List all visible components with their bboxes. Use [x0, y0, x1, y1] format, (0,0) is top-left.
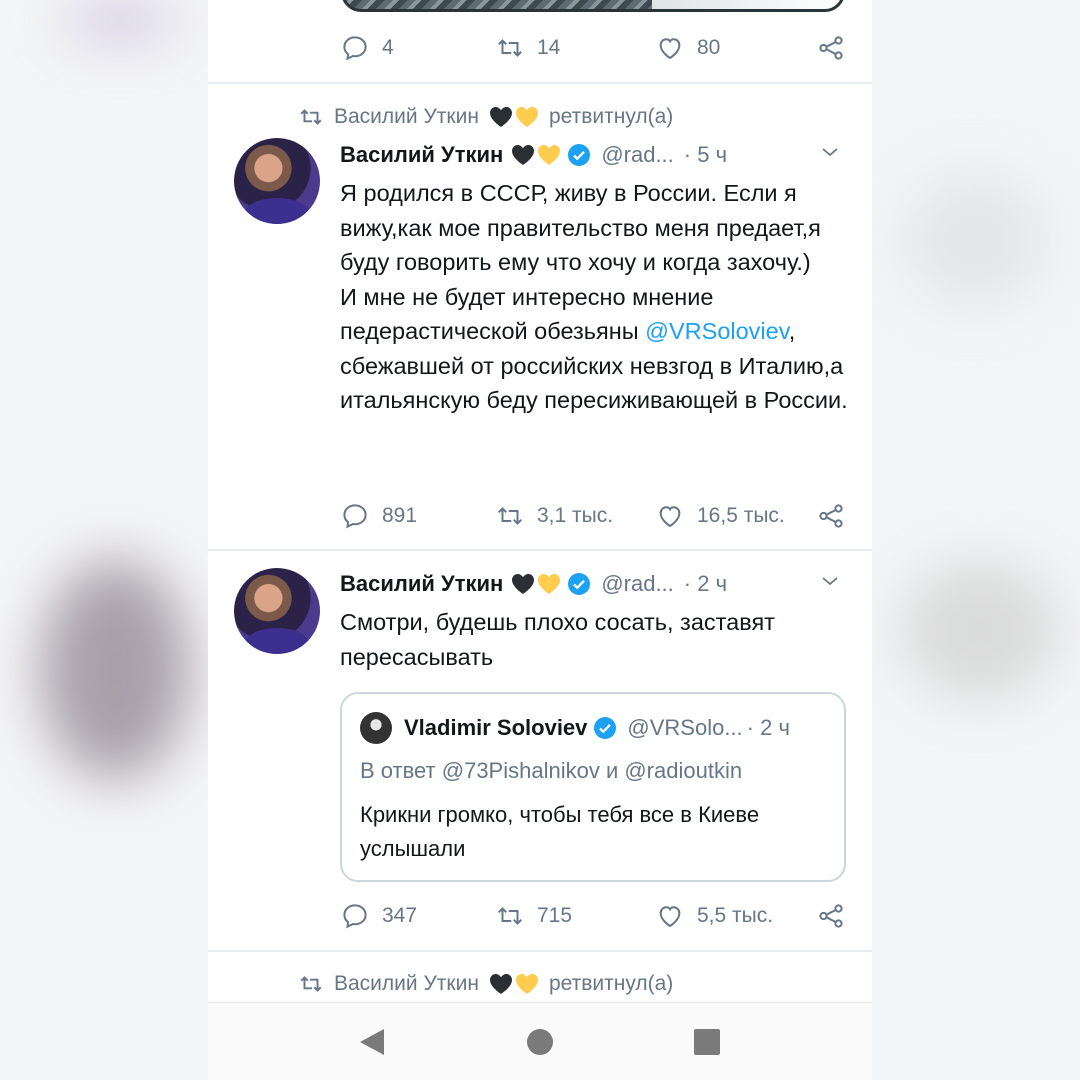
reply-icon — [343, 504, 367, 529]
reply-button[interactable]: 347 — [340, 901, 417, 931]
avatar[interactable] — [234, 138, 320, 224]
chevron-down-icon[interactable] — [818, 569, 842, 593]
quoted-tweet-text: Крикни громко, чтобы тебя все в Киеве ус… — [360, 802, 760, 861]
retweet-action-label: ретвитнул(а) — [548, 972, 674, 995]
reply-button[interactable]: 891 — [340, 501, 417, 531]
retweeter-name: Василий Уткин — [334, 972, 479, 995]
like-icon — [659, 906, 681, 928]
author-handle: @rad... — [601, 142, 674, 167]
like-count: 5,5 тыс. — [697, 904, 774, 927]
like-button[interactable]: 16,5 тыс. — [655, 501, 785, 531]
recents-icon[interactable] — [693, 1025, 721, 1059]
like-button[interactable]: 80 — [655, 33, 720, 63]
divider — [208, 549, 872, 551]
avatar — [360, 712, 392, 744]
retweet-banner[interactable]: Василий Уткин ретвитнул(а) — [298, 104, 673, 130]
divider — [208, 950, 872, 952]
share-button[interactable] — [816, 901, 846, 931]
tweet-header: Василий Уткин @rad... · 2 ч — [340, 567, 850, 601]
retweet-button[interactable]: 3,1 тыс. — [495, 501, 613, 531]
author-name[interactable]: Василий Уткин — [340, 571, 503, 597]
quoted-author-name: Vladimir Soloviev — [404, 715, 588, 740]
tweet-time: · 5 ч — [683, 142, 728, 167]
background-blur — [60, 0, 180, 40]
reply-icon — [343, 904, 367, 929]
share-button[interactable] — [816, 501, 846, 531]
divider — [208, 82, 872, 84]
background-blur — [900, 170, 1050, 310]
retweet-count: 715 — [537, 904, 573, 927]
retweet-count: 3,1 тыс. — [537, 504, 614, 527]
reply-count: 347 — [382, 904, 418, 927]
reply-count: 4 — [382, 36, 394, 59]
reply-button[interactable]: 4 — [340, 33, 394, 63]
retweet-icon — [498, 507, 522, 525]
mention-link[interactable]: @VRSoloviev — [645, 318, 789, 344]
share-icon — [819, 504, 843, 528]
like-count: 80 — [697, 36, 721, 59]
tweet-media-image[interactable] — [341, 0, 845, 12]
background-blur — [40, 560, 190, 780]
tweet-time: · 2 ч — [683, 571, 728, 596]
android-navigation-bar — [208, 1002, 872, 1080]
like-icon — [659, 38, 681, 60]
black-heart-icon — [512, 574, 535, 594]
tweet-actions: 4 14 80 — [340, 30, 850, 66]
quoted-tweet-header: Vladimir Soloviev @VRSolo... · 2 ч — [360, 712, 790, 744]
tweet-text: Я родился в СССР, живу в России. Если я … — [340, 176, 850, 418]
retweet-icon — [498, 907, 522, 925]
yellow-heart-icon — [515, 105, 539, 129]
tweet-actions: 891 3,1 тыс. 16,5 тыс. — [340, 498, 850, 534]
author-handle: @rad... — [601, 571, 674, 596]
quoted-author-handle: @VRSolo... — [627, 715, 743, 740]
retweet-banner[interactable]: Василий Уткин ретвитнул(а) — [298, 971, 673, 997]
retweet-icon — [300, 976, 322, 992]
twitter-timeline: 4 14 80 Василий Уткин ретвитнул(а) Васил… — [208, 0, 872, 1080]
like-button[interactable]: 5,5 тыс. — [655, 901, 773, 931]
tweet-actions: 347 715 5,5 тыс. — [340, 898, 850, 934]
retweeter-name: Василий Уткин — [334, 105, 479, 128]
tweet-header: Василий Уткин @rad... · 5 ч — [340, 138, 850, 172]
black-heart-icon — [489, 972, 513, 996]
avatar[interactable] — [234, 568, 320, 654]
quoted-reply-to: В ответ @73Pishalnikov и @radioutkin — [360, 758, 743, 783]
name-emoji — [511, 144, 561, 166]
black-heart-icon — [489, 105, 513, 129]
verified-icon — [568, 144, 591, 166]
verified-icon — [594, 717, 617, 739]
yellow-heart-icon — [515, 972, 539, 996]
quoted-tweet[interactable]: Vladimir Soloviev @VRSolo... · 2 ч В отв… — [340, 692, 846, 882]
reply-icon — [343, 36, 367, 61]
home-icon[interactable] — [526, 1025, 554, 1059]
background-blur — [900, 560, 1060, 700]
retweet-icon — [300, 109, 322, 125]
share-button[interactable] — [816, 33, 846, 63]
tweet-text: Смотри, будешь плохо сосать, заставят пе… — [340, 609, 782, 670]
like-icon — [659, 506, 681, 528]
retweet-count: 14 — [537, 36, 561, 59]
black-heart-icon — [512, 145, 535, 165]
retweet-button[interactable]: 715 — [495, 901, 572, 931]
verified-icon — [568, 573, 591, 595]
name-emoji — [511, 573, 561, 595]
retweet-button[interactable]: 14 — [495, 33, 560, 63]
author-name[interactable]: Василий Уткин — [340, 142, 503, 168]
share-icon — [819, 904, 843, 928]
share-icon — [819, 36, 843, 60]
reply-count: 891 — [382, 504, 418, 527]
back-icon[interactable] — [356, 1025, 388, 1059]
yellow-heart-icon — [538, 145, 561, 165]
like-count: 16,5 тыс. — [697, 504, 785, 527]
quoted-tweet-time: · 2 ч — [746, 715, 790, 740]
retweet-action-label: ретвитнул(а) — [548, 105, 674, 128]
yellow-heart-icon — [538, 574, 561, 594]
chevron-down-icon[interactable] — [818, 140, 842, 164]
retweet-icon — [498, 39, 522, 57]
